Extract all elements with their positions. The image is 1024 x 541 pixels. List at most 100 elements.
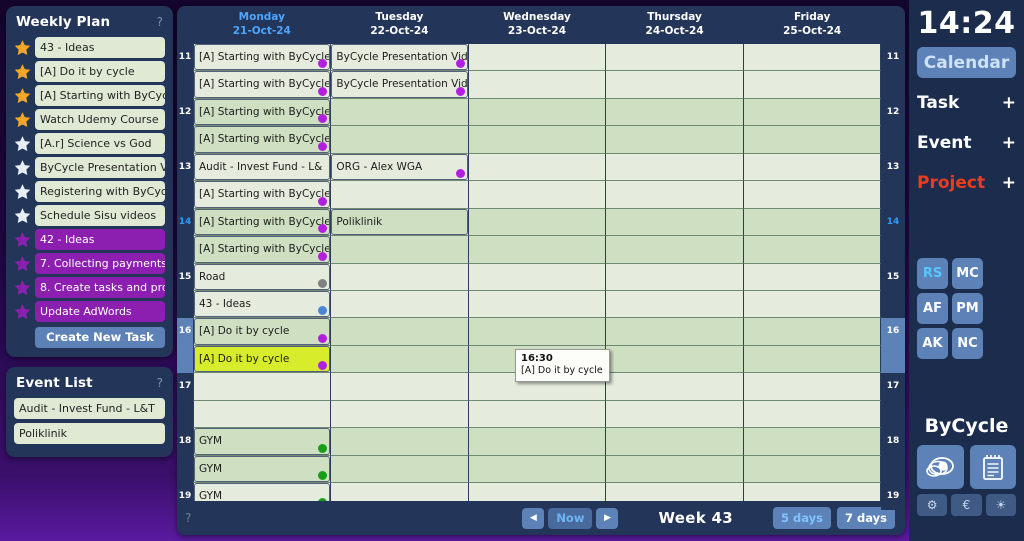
now-button[interactable]: Now <box>548 507 593 529</box>
calendar-cell[interactable] <box>743 290 882 319</box>
task-chip[interactable]: Update AdWords <box>35 301 165 322</box>
user-badge[interactable]: RS <box>917 258 948 289</box>
add-icon[interactable]: + <box>1002 173 1016 193</box>
calendar-event[interactable]: [A] Starting with ByCycle <box>194 71 331 98</box>
calendar-cell[interactable]: [A] Starting with ByCycle <box>193 236 332 264</box>
task-row[interactable]: 7. Collecting payments <box>14 253 165 274</box>
calendar-event[interactable]: ORG - Alex WGA <box>331 153 468 181</box>
calendar-cell[interactable] <box>331 126 469 154</box>
task-row[interactable]: 42 - Ideas <box>14 229 165 250</box>
star-icon[interactable] <box>14 303 31 320</box>
task-chip[interactable]: Watch Udemy Course <box>35 109 165 130</box>
calendar-cell[interactable] <box>606 98 744 127</box>
help-icon[interactable]: ? <box>157 15 163 29</box>
calendar-cell[interactable]: 43 - Ideas <box>193 290 332 319</box>
calendar-event[interactable]: Audit - Invest Fund - L& <box>194 153 331 181</box>
star-icon[interactable] <box>14 63 31 80</box>
task-chip[interactable]: 42 - Ideas <box>35 229 165 250</box>
calendar-event[interactable]: GYM <box>194 428 331 455</box>
task-row[interactable]: ByCycle Presentation V <box>14 157 165 178</box>
calendar-cell[interactable] <box>606 153 744 182</box>
calendar-cell[interactable] <box>743 373 882 401</box>
calendar-cell[interactable] <box>743 153 882 182</box>
star-icon[interactable] <box>14 207 31 224</box>
calendar-cell[interactable] <box>743 428 882 456</box>
calendar-cell[interactable]: [A] Do it by cycle <box>193 318 332 346</box>
calendar-event[interactable]: [A] Starting with ByCycle <box>194 126 331 153</box>
star-icon[interactable] <box>14 231 31 248</box>
calendar-cell[interactable] <box>606 290 744 319</box>
calendar-event[interactable]: Road <box>194 263 331 290</box>
next-week-button[interactable]: ▶ <box>596 507 619 529</box>
calendar-cell[interactable] <box>606 455 744 483</box>
calendar-cell[interactable] <box>468 400 607 429</box>
star-icon[interactable] <box>14 135 31 152</box>
calendar-cell[interactable] <box>331 455 469 483</box>
calendar-cell[interactable] <box>743 126 882 154</box>
calendar-cell[interactable] <box>743 181 882 209</box>
task-row[interactable]: Update AdWords <box>14 301 165 322</box>
calendar-cell[interactable]: Road <box>193 263 332 291</box>
calendar-cell[interactable] <box>606 236 744 264</box>
star-icon[interactable] <box>14 183 31 200</box>
calendar-cell[interactable] <box>606 373 744 401</box>
task-row[interactable]: Schedule Sisu videos <box>14 205 165 226</box>
list-item[interactable]: Poliklinik <box>14 423 165 444</box>
bulb-icon[interactable]: ☀ <box>985 494 1016 516</box>
calendar-cell[interactable] <box>743 71 882 99</box>
calendar-event[interactable]: [A] Starting with ByCycle <box>194 181 331 208</box>
calendar-cell[interactable] <box>468 318 607 346</box>
calendar-cell[interactable] <box>331 428 469 456</box>
five-days-button[interactable]: 5 days <box>773 507 831 529</box>
calendar-cell[interactable] <box>606 126 744 154</box>
calendar-event[interactable]: [A] Starting with ByCycle <box>194 208 331 236</box>
day-header-monday[interactable]: Monday 21-Oct-24 <box>193 6 331 44</box>
task-chip[interactable]: ByCycle Presentation V <box>35 157 165 178</box>
calendar-cell[interactable] <box>468 263 607 291</box>
task-row[interactable]: Watch Udemy Course <box>14 109 165 130</box>
task-row[interactable]: [A] Starting with ByCyc <box>14 85 165 106</box>
calendar-cell[interactable] <box>468 181 607 209</box>
euro-icon[interactable]: € <box>951 494 982 516</box>
calendar-cell[interactable]: [A] Starting with ByCycle <box>193 181 332 209</box>
calendar-cell[interactable] <box>743 400 882 429</box>
star-icon[interactable] <box>14 111 31 128</box>
calendar-event[interactable]: [A] Starting with ByCycle <box>194 236 331 263</box>
eye-disc-icon[interactable] <box>917 445 964 489</box>
task-chip[interactable]: [A] Do it by cycle <box>35 61 165 82</box>
nav-item-event[interactable]: Event + <box>917 127 1016 158</box>
calendar-cell[interactable] <box>331 318 469 346</box>
add-icon[interactable]: + <box>1002 133 1016 153</box>
user-badge[interactable]: NC <box>952 328 983 359</box>
calendar-cell[interactable] <box>331 345 469 374</box>
calendar-event[interactable]: [A] Starting with ByCycle <box>194 98 331 126</box>
calendar-cell[interactable] <box>331 263 469 291</box>
calendar-cell[interactable] <box>606 208 744 237</box>
task-chip[interactable]: 8. Create tasks and pro <box>35 277 165 298</box>
nav-item-calendar[interactable]: Calendar <box>917 47 1016 78</box>
star-icon[interactable] <box>14 255 31 272</box>
calendar-event[interactable]: [A] Do it by cycle <box>194 318 331 345</box>
task-chip[interactable]: 7. Collecting payments <box>35 253 165 274</box>
task-row[interactable]: Registering with ByCyc <box>14 181 165 202</box>
day-header-tuesday[interactable]: Tuesday 22-Oct-24 <box>331 6 469 44</box>
calendar-event[interactable]: ByCycle Presentation Vide <box>331 71 468 98</box>
help-icon[interactable]: ? <box>185 511 191 525</box>
notepad-icon[interactable] <box>969 445 1016 489</box>
user-badge[interactable]: AF <box>917 293 948 324</box>
help-icon[interactable]: ? <box>157 376 163 390</box>
task-chip[interactable]: Schedule Sisu videos <box>35 205 165 226</box>
calendar-cell[interactable] <box>743 345 882 374</box>
calendar-event[interactable]: GYM <box>194 455 331 482</box>
calendar-cell[interactable]: [A] Starting with ByCycle <box>193 126 332 154</box>
calendar-cell[interactable] <box>331 400 469 429</box>
day-header-thursday[interactable]: Thursday 24-Oct-24 <box>606 6 744 44</box>
calendar-cell[interactable] <box>331 181 469 209</box>
calendar-cell[interactable]: ByCycle Presentation Vide <box>331 44 469 72</box>
calendar-cell[interactable] <box>743 455 882 483</box>
calendar-cell[interactable] <box>468 71 607 99</box>
calendar-cell[interactable] <box>743 98 882 127</box>
calendar-cell[interactable] <box>743 208 882 237</box>
task-chip[interactable]: 43 - Ideas <box>35 37 165 58</box>
create-new-task-button[interactable]: Create New Task <box>35 327 165 348</box>
